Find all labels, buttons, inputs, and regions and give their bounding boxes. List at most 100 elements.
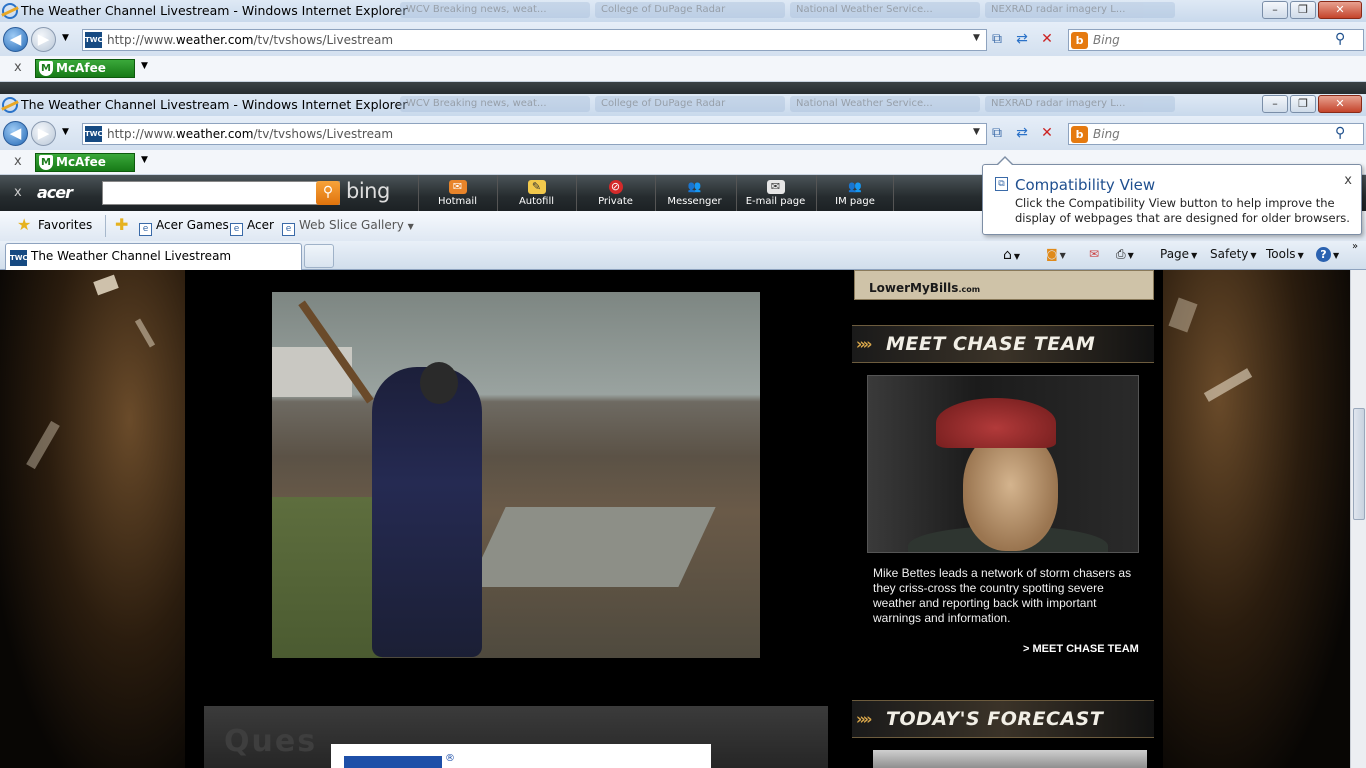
hotmail-button[interactable]: ✉ Hotmail (418, 175, 496, 211)
livestream-video[interactable] (272, 292, 760, 658)
taskbar-ghost-tabs: WCV Breaking news, weat... College of DuP… (400, 2, 1260, 20)
hotmail-icon: ✉ (448, 180, 467, 194)
messenger-label: Messenger (667, 196, 722, 207)
close-window-button[interactable]: ✕ (1318, 95, 1362, 113)
compatibility-view-icon[interactable]: ⧉ (986, 123, 1008, 145)
minimize-button[interactable]: – (1262, 95, 1288, 113)
email-page-button[interactable]: ✉ E-mail page (736, 175, 814, 211)
messenger-button[interactable]: 👥 Messenger (655, 175, 733, 211)
im-page-label: IM page (835, 196, 875, 207)
refresh-icon[interactable]: ⇄ (1011, 29, 1033, 51)
favorites-star-icon: ★ (17, 215, 32, 234)
history-dropdown-icon[interactable]: ▼ (62, 127, 69, 137)
restore-button[interactable]: ❐ (1290, 95, 1316, 113)
title-bar-outer: The Weather Channel Livestream - Windows… (0, 0, 1366, 22)
fav-acer-games[interactable]: e Acer Games (139, 218, 229, 236)
url-dropdown-icon[interactable]: ▼ (973, 127, 980, 137)
ghost-tab: WCV Breaking news, weat... (400, 2, 590, 18)
address-input[interactable]: TWC http://www.weather.com/tv/tvshows/Li… (82, 123, 987, 145)
close-toolbar-icon[interactable]: x (14, 60, 22, 75)
forecast-image[interactable] (873, 750, 1147, 768)
autofill-button[interactable]: ✎ Autofill (497, 175, 575, 211)
vertical-scrollbar[interactable] (1350, 270, 1366, 768)
close-toolbar-icon[interactable]: x (14, 154, 22, 169)
stop-icon[interactable]: ✕ (1036, 123, 1058, 145)
tooltip-title: Compatibility View (1015, 176, 1156, 194)
separator (105, 215, 106, 237)
ghost-tab: NEXRAD radar imagery L... (985, 96, 1175, 112)
new-tab-button[interactable] (304, 244, 334, 268)
refresh-icon[interactable]: ⇄ (1011, 123, 1033, 145)
search-input[interactable]: b Bing ⚲ (1068, 29, 1364, 51)
close-toolbar-icon[interactable]: x (14, 185, 22, 200)
title-bar: The Weather Channel Livestream - Windows… (0, 94, 1366, 116)
fav-label: Web Slice Gallery (299, 218, 404, 232)
search-placeholder: Bing (1093, 127, 1120, 141)
history-dropdown-icon[interactable]: ▼ (62, 33, 69, 43)
compatibility-view-tooltip: ⧉ Compatibility View Click the Compatibi… (982, 156, 1362, 235)
safety-menu-label: Safety (1210, 247, 1249, 261)
autofill-icon: ✎ (527, 180, 546, 194)
lowermybills-ad[interactable]: LowerMyBills.com (854, 270, 1154, 300)
home-icon[interactable]: ⌂ ▼ (1003, 247, 1020, 263)
url-path: /tv/tvshows/Livestream (253, 127, 394, 141)
scrollbar-thumb[interactable] (1353, 408, 1365, 520)
meet-chase-team-link[interactable]: > MEET CHASE TEAM (1023, 643, 1139, 655)
search-go-icon[interactable]: ⚲ (1335, 31, 1345, 47)
registered-mark: ® (445, 753, 455, 764)
page-menu[interactable]: Page ▼ (1160, 247, 1197, 261)
address-bar: ◀ ▶ ▼ TWC http://www.weather.com/tv/tvsh… (0, 116, 1366, 150)
favorites-button[interactable]: Favorites (38, 218, 92, 232)
bottom-ad[interactable]: Ques ® (204, 706, 828, 768)
private-label: Private (598, 196, 633, 207)
mcafee-badge[interactable]: McAfee (35, 59, 135, 78)
safety-menu[interactable]: Safety ▼ (1210, 247, 1257, 261)
site-favicon-icon: TWC (10, 250, 28, 266)
dropdown-icon: ▼ (407, 222, 414, 231)
forward-button[interactable]: ▶ (31, 121, 56, 146)
ad-logo (344, 756, 442, 768)
address-input[interactable]: TWC http://www.weather.com/tv/tvshows/Li… (82, 29, 987, 51)
tab-active[interactable]: TWC The Weather Channel Livestream (5, 243, 302, 270)
mcafee-toolbar-outer: x McAfee ▼ (0, 56, 1366, 82)
chase-team-photo[interactable] (867, 375, 1139, 553)
tooltip-close-icon[interactable]: x (1344, 173, 1352, 188)
forward-button[interactable]: ▶ (31, 27, 56, 52)
help-menu[interactable]: ? ▼ (1316, 247, 1339, 262)
mcafee-dropdown-icon[interactable]: ▼ (141, 155, 148, 165)
fav-web-slice-gallery[interactable]: e Web Slice Gallery ▼ (282, 218, 414, 236)
url-dropdown-icon[interactable]: ▼ (973, 33, 980, 43)
acer-logo: acer (37, 183, 73, 202)
background-left (0, 270, 185, 768)
chevron-icon: »» (856, 335, 872, 353)
read-mail-icon[interactable]: ✉ (1089, 247, 1099, 261)
fav-acer[interactable]: e Acer (230, 218, 274, 236)
mcafee-badge[interactable]: McAfee (35, 153, 135, 172)
mcafee-dropdown-icon[interactable]: ▼ (141, 61, 148, 71)
tooltip-body: Click the Compatibility View button to h… (1015, 196, 1350, 225)
back-button[interactable]: ◀ (3, 121, 28, 146)
im-page-button[interactable]: 👥 IM page (816, 175, 894, 211)
close-window-button[interactable]: ✕ (1318, 1, 1362, 19)
private-button[interactable]: ⊘ Private (576, 175, 654, 211)
fav-label: Acer (247, 218, 274, 232)
chevron-more-icon[interactable]: » (1352, 241, 1358, 252)
acer-search-input[interactable] (102, 181, 340, 205)
print-icon[interactable]: ⎙ ▼ (1116, 247, 1134, 262)
tools-menu[interactable]: Tools ▼ (1266, 247, 1304, 261)
restore-button[interactable]: ❐ (1290, 1, 1316, 19)
back-button[interactable]: ◀ (3, 27, 28, 52)
search-input[interactable]: b Bing ⚲ (1068, 123, 1364, 145)
ghost-tab: National Weather Service... (790, 96, 980, 112)
acer-search-button[interactable]: ⚲ (316, 181, 340, 205)
compatibility-view-icon: ⧉ (995, 177, 1008, 191)
search-placeholder: Bing (1093, 33, 1120, 47)
compatibility-view-icon[interactable]: ⧉ (986, 29, 1008, 51)
search-go-icon[interactable]: ⚲ (1335, 125, 1345, 141)
ghost-tab: National Weather Service... (790, 2, 980, 18)
add-favorite-icon[interactable]: ✚ (115, 216, 133, 234)
todays-forecast-title: TODAY'S FORECAST (886, 708, 1104, 730)
stop-icon[interactable]: ✕ (1036, 29, 1058, 51)
minimize-button[interactable]: – (1262, 1, 1288, 19)
feeds-icon[interactable]: ◙ ▼ (1046, 247, 1066, 261)
